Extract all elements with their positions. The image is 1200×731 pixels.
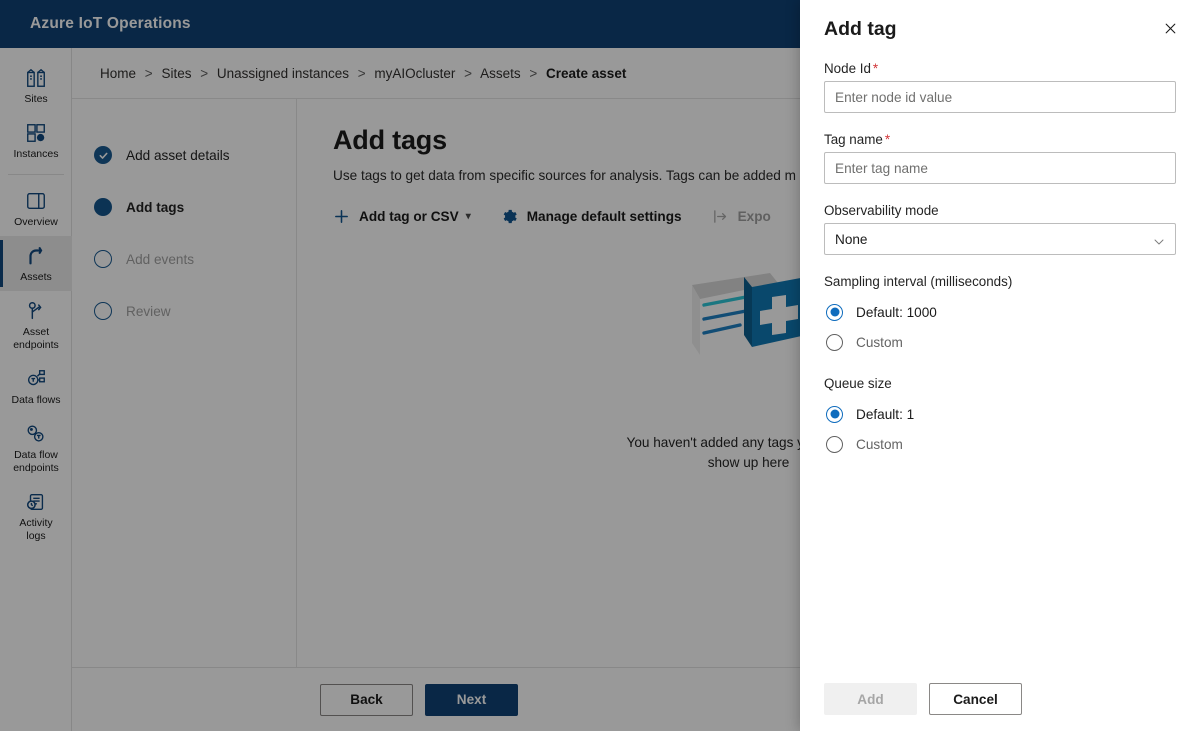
sampling-interval-default-label: Default: 1000	[856, 304, 937, 320]
observability-mode-value: None	[835, 231, 868, 247]
tag-name-label: Tag name *	[824, 132, 1176, 147]
queue-size-default-label: Default: 1	[856, 406, 915, 422]
node-id-field-group: Node Id *	[824, 61, 1176, 113]
radio-selected-icon	[826, 405, 843, 423]
required-marker: *	[872, 61, 879, 76]
sampling-interval-custom-radio[interactable]: Custom	[824, 327, 1176, 357]
add-button: Add	[824, 683, 917, 715]
tag-name-field-group: Tag name *	[824, 132, 1176, 184]
node-id-label: Node Id *	[824, 61, 1176, 76]
radio-selected-icon	[826, 303, 843, 321]
queue-size-custom-radio[interactable]: Custom	[824, 429, 1176, 459]
radio-unselected-icon	[826, 435, 843, 453]
observability-mode-label: Observability mode	[824, 203, 939, 218]
panel-footer: Add Cancel	[824, 683, 1034, 715]
tag-name-input[interactable]	[824, 152, 1176, 184]
panel-title: Add tag	[824, 18, 897, 40]
sampling-interval-label: Sampling interval (milliseconds)	[824, 274, 1013, 289]
add-tag-panel: Add tag Node Id* Tag name* Observability…	[800, 0, 1200, 731]
observability-mode-select-wrapper: None	[824, 223, 1176, 255]
application-root: Azure IoT Operations Sites Instances Ove…	[0, 0, 1200, 731]
node-id-input[interactable]	[824, 81, 1176, 113]
cancel-button[interactable]: Cancel	[929, 683, 1022, 715]
required-marker: *	[884, 132, 891, 147]
sampling-interval-custom-label: Custom	[856, 334, 903, 350]
node-id-label-text: Node Id	[824, 61, 871, 76]
sampling-interval-default-radio[interactable]: Default: 1000	[824, 297, 1176, 327]
observability-mode-select[interactable]: None	[824, 223, 1176, 255]
panel-header: Add tag	[824, 0, 1176, 42]
close-icon[interactable]	[1156, 14, 1184, 42]
queue-size-default-radio[interactable]: Default: 1	[824, 399, 1176, 429]
radio-unselected-icon	[826, 333, 843, 351]
tag-name-label-text: Tag name	[824, 132, 883, 147]
queue-size-label: Queue size	[824, 376, 892, 391]
observability-mode-field-group: Observability mode None	[824, 203, 1176, 255]
queue-size-custom-label: Custom	[856, 436, 903, 452]
